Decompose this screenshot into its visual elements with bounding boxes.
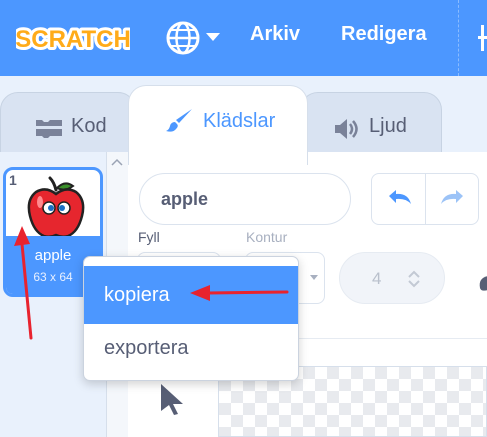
language-dropdown-icon[interactable] (206, 33, 220, 41)
undo-redo-divider (425, 174, 426, 224)
select-arrow-icon[interactable] (158, 382, 186, 416)
spinner-icon[interactable] (406, 269, 422, 289)
code-blocks-icon (36, 120, 62, 138)
globe-icon[interactable] (165, 20, 201, 56)
menu-divider (458, 0, 459, 76)
menu-item-export[interactable]: exportera (84, 319, 298, 377)
tab-costumes[interactable]: Klädslar (128, 85, 308, 165)
tab-sounds-label: Ljud (369, 115, 407, 137)
scratch-logo[interactable]: SCRATCH (16, 16, 130, 58)
menu-edit[interactable]: Redigera (341, 23, 427, 46)
undo-redo-group (371, 173, 479, 225)
costume-number: 1 (9, 172, 17, 188)
menu-item-duplicate[interactable]: kopiera (84, 266, 298, 324)
fill-label: Fyll (138, 229, 160, 245)
undo-icon[interactable] (386, 188, 414, 210)
menu-bar: SCRATCH Arkiv Redigera (0, 0, 487, 76)
costume-context-menu: kopiera exportera (83, 256, 299, 381)
costume-name-input[interactable]: apple (139, 173, 351, 225)
speaker-icon (335, 119, 358, 139)
brush-tool-icon[interactable] (476, 272, 487, 292)
paintbrush-icon (166, 109, 192, 132)
menu-more-icon[interactable] (478, 25, 487, 51)
outline-width-input[interactable]: 4 (339, 252, 445, 304)
scroll-up-icon[interactable] (111, 158, 123, 166)
outline-width-value: 4 (372, 269, 382, 288)
tab-code-label: Kod (71, 115, 107, 137)
svg-text:SCRATCH: SCRATCH (16, 26, 130, 53)
apple-costume-thumbnail (27, 176, 85, 238)
redo-icon[interactable] (438, 188, 466, 210)
outline-label: Kontur (246, 229, 288, 245)
tab-costumes-label: Klädslar (203, 110, 276, 132)
chevron-down-icon (310, 275, 318, 280)
menu-file[interactable]: Arkiv (250, 23, 300, 46)
